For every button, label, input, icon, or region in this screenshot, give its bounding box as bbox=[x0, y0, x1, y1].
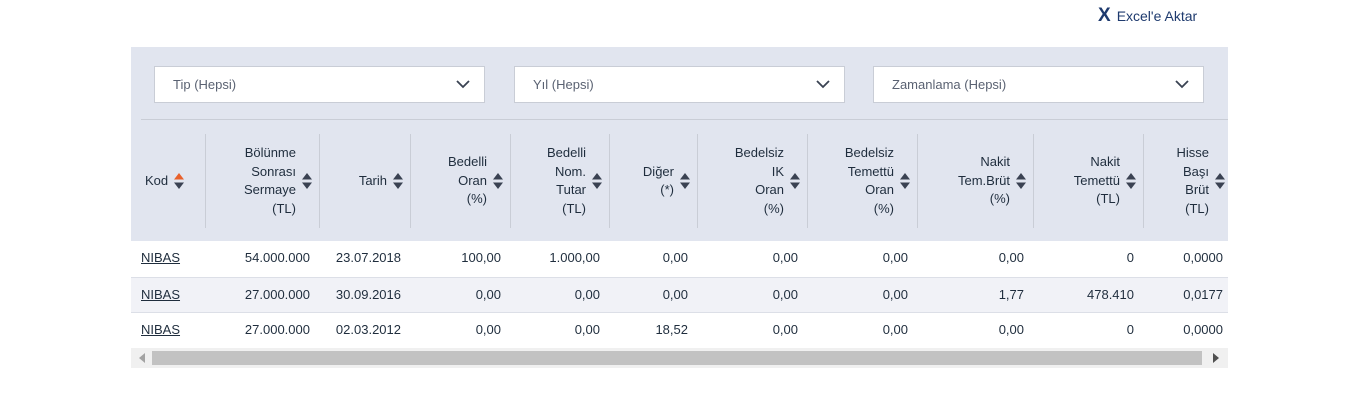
table-cell: 0,00 bbox=[662, 287, 688, 302]
table-cell: 0,00 bbox=[475, 287, 501, 302]
sort-icon bbox=[680, 173, 690, 189]
table-cell: 27.000.000 bbox=[244, 322, 310, 337]
table-cell: 0,00 bbox=[998, 250, 1024, 265]
table-row: NIBAS 27.000.000 30.09.2016 0,00 0,00 0,… bbox=[131, 278, 1228, 314]
chevron-down-icon bbox=[816, 80, 830, 89]
table-cell: 30.09.2016 bbox=[335, 287, 401, 302]
column-header-label: Diğer (*) bbox=[642, 163, 674, 198]
table-cell: 0,0177 bbox=[1183, 287, 1223, 302]
table-cell: 0,00 bbox=[772, 287, 798, 302]
sort-icon bbox=[1215, 173, 1225, 189]
filter-divider bbox=[141, 119, 1228, 120]
table-cell: 0,00 bbox=[882, 250, 908, 265]
column-header-cash-dividend[interactable]: Nakit Temettü (TL) bbox=[1034, 134, 1144, 228]
column-header-label: Bedelli Oran (%) bbox=[447, 154, 487, 207]
chevron-down-icon bbox=[456, 80, 470, 89]
scroll-left-arrow-icon[interactable] bbox=[139, 353, 145, 363]
sort-icon bbox=[592, 173, 602, 189]
sort-icon bbox=[790, 173, 800, 189]
column-header-paid-nominal[interactable]: Bedelli Nom. Tutar (TL) bbox=[511, 134, 610, 228]
table-cell: 0,00 bbox=[772, 250, 798, 265]
table-cell: 54.000.000 bbox=[244, 250, 310, 265]
column-header-label: Bedelsiz Temettü Oran (%) bbox=[844, 145, 894, 216]
column-header-gross-per-share[interactable]: Hisse Başı Brüt (TL) bbox=[1144, 134, 1228, 228]
table-cell: 0,00 bbox=[574, 322, 600, 337]
column-header-bonus-ik-ratio[interactable]: Bedelsiz IK Oran (%) bbox=[698, 134, 808, 228]
filter-bar: Tip (Hepsi) Yıl (Hepsi) Zamanlama (Hepsi… bbox=[131, 47, 1228, 120]
sort-icon bbox=[1016, 173, 1026, 189]
table-cell: 0,00 bbox=[662, 250, 688, 265]
excel-export-label: Excel'e Aktar bbox=[1116, 8, 1198, 24]
excel-export-button[interactable]: X Excel'e Aktar bbox=[1098, 6, 1197, 26]
year-filter-placeholder: Yıl (Hepsi) bbox=[533, 77, 594, 92]
column-header-label: Nakit Temettü (TL) bbox=[1073, 154, 1120, 207]
sort-icon bbox=[900, 173, 910, 189]
scrollbar-thumb[interactable] bbox=[152, 351, 1202, 365]
table-cell: 0,00 bbox=[772, 322, 798, 337]
table-cell: 02.03.2012 bbox=[335, 322, 401, 337]
column-header-paid-ratio[interactable]: Bedelli Oran (%) bbox=[411, 134, 511, 228]
year-filter-select[interactable]: Yıl (Hepsi) bbox=[514, 66, 845, 103]
scroll-right-arrow-icon[interactable] bbox=[1213, 353, 1219, 363]
column-header-capital[interactable]: Bölünme Sonrası Sermaye (TL) bbox=[206, 134, 320, 228]
sort-icon bbox=[393, 173, 403, 189]
column-header-other[interactable]: Diğer (*) bbox=[610, 134, 698, 228]
stock-code-link[interactable]: NIBAS bbox=[141, 241, 180, 277]
column-header-bonus-dividend-ratio[interactable]: Bedelsiz Temettü Oran (%) bbox=[808, 134, 918, 228]
table-cell: 478.410 bbox=[1087, 287, 1134, 302]
timing-filter-placeholder: Zamanlama (Hepsi) bbox=[892, 77, 1007, 92]
excel-x-icon: X bbox=[1098, 5, 1111, 26]
table-cell: 0,00 bbox=[475, 322, 501, 337]
table-cell: 0 bbox=[1126, 322, 1134, 337]
table-row: NIBAS 27.000.000 02.03.2012 0,00 0,00 18… bbox=[131, 313, 1228, 349]
column-header-kod[interactable]: Kod bbox=[131, 134, 206, 228]
sort-icon bbox=[174, 173, 185, 189]
column-header-label: Bölünme Sonrası Sermaye (TL) bbox=[243, 145, 296, 216]
table-cell: 18,52 bbox=[655, 322, 688, 337]
horizontal-scrollbar[interactable] bbox=[131, 348, 1228, 368]
table-cell: 27.000.000 bbox=[244, 287, 310, 302]
table-cell: 0,0000 bbox=[1183, 250, 1223, 265]
table-header: Kod Bölünme Sonrası Sermaye (TL) Tarih Bede… bbox=[131, 134, 1228, 229]
column-header-label: Kod bbox=[145, 172, 169, 188]
table-cell: 0,00 bbox=[574, 287, 600, 302]
column-header-label: Nakit Tem.Brüt (%) bbox=[957, 154, 1010, 207]
table-cell: 23.07.2018 bbox=[335, 250, 401, 265]
sort-icon bbox=[493, 173, 503, 189]
column-header-label: Hisse Başı Brüt (TL) bbox=[1176, 145, 1209, 216]
sort-icon bbox=[302, 173, 312, 189]
table-row: NIBAS 54.000.000 23.07.2018 100,00 1.000… bbox=[131, 241, 1228, 277]
table-cell: 0,0000 bbox=[1183, 322, 1223, 337]
table-cell: 0,00 bbox=[882, 287, 908, 302]
type-filter-select[interactable]: Tip (Hepsi) bbox=[154, 66, 485, 103]
table-cell: 1,77 bbox=[998, 287, 1024, 302]
column-header-date[interactable]: Tarih bbox=[320, 134, 411, 228]
sort-icon bbox=[1126, 173, 1136, 189]
chevron-down-icon bbox=[1175, 80, 1189, 89]
table-cell: 0,00 bbox=[882, 322, 908, 337]
table-cell: 1.000,00 bbox=[549, 250, 600, 265]
stock-code-link[interactable]: NIBAS bbox=[141, 278, 180, 314]
column-header-label: Bedelsiz IK Oran (%) bbox=[734, 145, 784, 216]
column-header-label: Bedelli Nom. Tutar (TL) bbox=[546, 145, 586, 216]
column-header-label: Tarih bbox=[358, 172, 387, 188]
table-cell: 100,00 bbox=[461, 250, 501, 265]
table-cell: 0,00 bbox=[998, 322, 1024, 337]
dividend-table-panel: Tip (Hepsi) Yıl (Hepsi) Zamanlama (Hepsi… bbox=[131, 47, 1228, 368]
table-cell: 0 bbox=[1126, 250, 1134, 265]
stock-code-link[interactable]: NIBAS bbox=[141, 313, 180, 349]
timing-filter-select[interactable]: Zamanlama (Hepsi) bbox=[873, 66, 1204, 103]
column-header-cash-gross-ratio[interactable]: Nakit Tem.Brüt (%) bbox=[918, 134, 1034, 228]
type-filter-placeholder: Tip (Hepsi) bbox=[173, 77, 237, 92]
